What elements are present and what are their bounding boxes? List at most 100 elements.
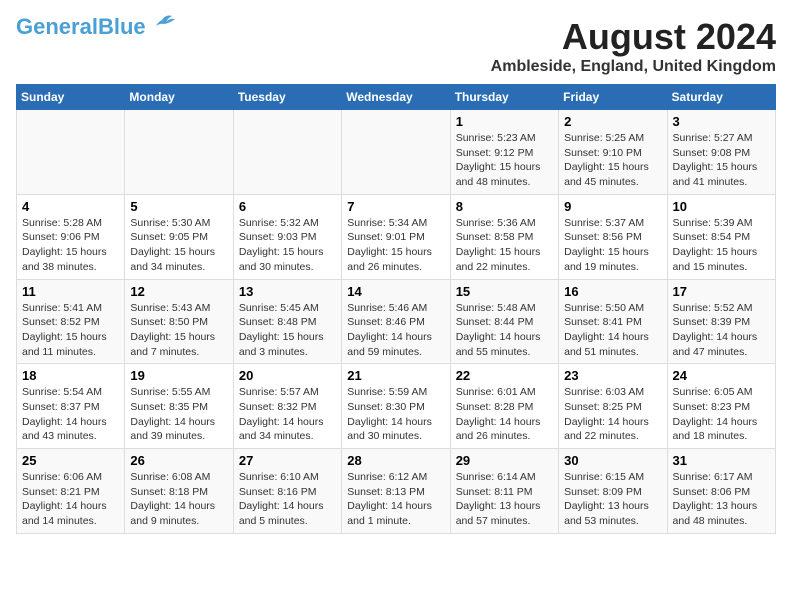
day-number: 18: [22, 368, 119, 383]
day-info: Sunrise: 5:25 AM Sunset: 9:10 PM Dayligh…: [564, 131, 661, 190]
day-number: 4: [22, 199, 119, 214]
day-number: 3: [673, 114, 770, 129]
day-info: Sunrise: 6:12 AM Sunset: 8:13 PM Dayligh…: [347, 470, 444, 529]
weekday-header-thursday: Thursday: [450, 85, 558, 110]
calendar-week-row: 1 Sunrise: 5:23 AM Sunset: 9:12 PM Daylig…: [17, 110, 776, 195]
day-info: Sunrise: 5:45 AM Sunset: 8:48 PM Dayligh…: [239, 301, 336, 360]
header: GeneralBlue August 2024 Ambleside, Engla…: [16, 16, 776, 76]
title-area: August 2024 Ambleside, England, United K…: [491, 16, 776, 76]
calendar-cell: 6 Sunrise: 5:32 AM Sunset: 9:03 PM Daylig…: [233, 194, 341, 279]
day-info: Sunrise: 5:57 AM Sunset: 8:32 PM Dayligh…: [239, 385, 336, 444]
calendar-cell: 1 Sunrise: 5:23 AM Sunset: 9:12 PM Daylig…: [450, 110, 558, 195]
calendar-cell: 30 Sunrise: 6:15 AM Sunset: 8:09 PM Dayli…: [559, 449, 667, 534]
calendar-cell: 15 Sunrise: 5:48 AM Sunset: 8:44 PM Dayli…: [450, 279, 558, 364]
day-number: 27: [239, 453, 336, 468]
month-year-title: August 2024: [491, 16, 776, 58]
calendar-cell: 19 Sunrise: 5:55 AM Sunset: 8:35 PM Dayli…: [125, 364, 233, 449]
calendar-cell: [342, 110, 450, 195]
logo-text: GeneralBlue: [16, 16, 146, 38]
day-number: 15: [456, 284, 553, 299]
calendar-cell: 13 Sunrise: 5:45 AM Sunset: 8:48 PM Dayli…: [233, 279, 341, 364]
weekday-header-friday: Friday: [559, 85, 667, 110]
calendar-cell: [17, 110, 125, 195]
calendar-week-row: 25 Sunrise: 6:06 AM Sunset: 8:21 PM Dayli…: [17, 449, 776, 534]
day-number: 22: [456, 368, 553, 383]
day-number: 17: [673, 284, 770, 299]
calendar-cell: 23 Sunrise: 6:03 AM Sunset: 8:25 PM Dayli…: [559, 364, 667, 449]
day-info: Sunrise: 5:32 AM Sunset: 9:03 PM Dayligh…: [239, 216, 336, 275]
day-info: Sunrise: 6:03 AM Sunset: 8:25 PM Dayligh…: [564, 385, 661, 444]
day-info: Sunrise: 6:08 AM Sunset: 8:18 PM Dayligh…: [130, 470, 227, 529]
day-number: 20: [239, 368, 336, 383]
calendar-cell: 27 Sunrise: 6:10 AM Sunset: 8:16 PM Dayli…: [233, 449, 341, 534]
day-number: 19: [130, 368, 227, 383]
weekday-header-tuesday: Tuesday: [233, 85, 341, 110]
day-number: 28: [347, 453, 444, 468]
day-number: 12: [130, 284, 227, 299]
calendar-cell: 7 Sunrise: 5:34 AM Sunset: 9:01 PM Daylig…: [342, 194, 450, 279]
day-number: 23: [564, 368, 661, 383]
day-number: 10: [673, 199, 770, 214]
weekday-header-saturday: Saturday: [667, 85, 775, 110]
day-info: Sunrise: 5:41 AM Sunset: 8:52 PM Dayligh…: [22, 301, 119, 360]
calendar-cell: 16Sunrise: 5:50 AM Sunset: 8:41 PM Dayli…: [559, 279, 667, 364]
weekday-header-sunday: Sunday: [17, 85, 125, 110]
day-info: Sunrise: 5:39 AM Sunset: 8:54 PM Dayligh…: [673, 216, 770, 275]
day-number: 14: [347, 284, 444, 299]
day-info: Sunrise: 6:17 AM Sunset: 8:06 PM Dayligh…: [673, 470, 770, 529]
calendar-cell: 2Sunrise: 5:25 AM Sunset: 9:10 PM Daylig…: [559, 110, 667, 195]
day-number: 5: [130, 199, 227, 214]
day-number: 13: [239, 284, 336, 299]
calendar-cell: 11 Sunrise: 5:41 AM Sunset: 8:52 PM Dayli…: [17, 279, 125, 364]
day-number: 21: [347, 368, 444, 383]
day-info: Sunrise: 6:05 AM Sunset: 8:23 PM Dayligh…: [673, 385, 770, 444]
day-info: Sunrise: 5:30 AM Sunset: 9:05 PM Dayligh…: [130, 216, 227, 275]
calendar-cell: 8 Sunrise: 5:36 AM Sunset: 8:58 PM Daylig…: [450, 194, 558, 279]
day-number: 31: [673, 453, 770, 468]
day-info: Sunrise: 6:01 AM Sunset: 8:28 PM Dayligh…: [456, 385, 553, 444]
calendar-week-row: 18 Sunrise: 5:54 AM Sunset: 8:37 PM Dayli…: [17, 364, 776, 449]
day-info: Sunrise: 6:15 AM Sunset: 8:09 PM Dayligh…: [564, 470, 661, 529]
day-info: Sunrise: 5:48 AM Sunset: 8:44 PM Dayligh…: [456, 301, 553, 360]
calendar-cell: 22 Sunrise: 6:01 AM Sunset: 8:28 PM Dayli…: [450, 364, 558, 449]
day-info: Sunrise: 5:54 AM Sunset: 8:37 PM Dayligh…: [22, 385, 119, 444]
day-info: Sunrise: 5:23 AM Sunset: 9:12 PM Dayligh…: [456, 131, 553, 190]
day-number: 26: [130, 453, 227, 468]
weekday-header-monday: Monday: [125, 85, 233, 110]
calendar-cell: 28 Sunrise: 6:12 AM Sunset: 8:13 PM Dayli…: [342, 449, 450, 534]
day-info: Sunrise: 5:59 AM Sunset: 8:30 PM Dayligh…: [347, 385, 444, 444]
day-info: Sunrise: 6:06 AM Sunset: 8:21 PM Dayligh…: [22, 470, 119, 529]
calendar-cell: 24Sunrise: 6:05 AM Sunset: 8:23 PM Dayli…: [667, 364, 775, 449]
day-number: 1: [456, 114, 553, 129]
day-info: Sunrise: 6:10 AM Sunset: 8:16 PM Dayligh…: [239, 470, 336, 529]
calendar-cell: 18 Sunrise: 5:54 AM Sunset: 8:37 PM Dayli…: [17, 364, 125, 449]
day-number: 16: [564, 284, 661, 299]
calendar-week-row: 11 Sunrise: 5:41 AM Sunset: 8:52 PM Dayli…: [17, 279, 776, 364]
calendar-cell: 12 Sunrise: 5:43 AM Sunset: 8:50 PM Dayli…: [125, 279, 233, 364]
day-number: 30: [564, 453, 661, 468]
day-number: 8: [456, 199, 553, 214]
logo: GeneralBlue: [16, 16, 176, 38]
day-info: Sunrise: 5:34 AM Sunset: 9:01 PM Dayligh…: [347, 216, 444, 275]
day-number: 9: [564, 199, 661, 214]
day-number: 7: [347, 199, 444, 214]
day-info: Sunrise: 6:14 AM Sunset: 8:11 PM Dayligh…: [456, 470, 553, 529]
calendar-cell: 3 Sunrise: 5:27 AM Sunset: 9:08 PM Daylig…: [667, 110, 775, 195]
day-info: Sunrise: 5:27 AM Sunset: 9:08 PM Dayligh…: [673, 131, 770, 190]
day-number: 25: [22, 453, 119, 468]
calendar-cell: 20 Sunrise: 5:57 AM Sunset: 8:32 PM Dayli…: [233, 364, 341, 449]
day-info: Sunrise: 5:36 AM Sunset: 8:58 PM Dayligh…: [456, 216, 553, 275]
day-number: 29: [456, 453, 553, 468]
logo-bird-icon: [148, 12, 176, 34]
day-info: Sunrise: 5:43 AM Sunset: 8:50 PM Dayligh…: [130, 301, 227, 360]
calendar-cell: 9 Sunrise: 5:37 AM Sunset: 8:56 PM Daylig…: [559, 194, 667, 279]
calendar-cell: [125, 110, 233, 195]
day-info: Sunrise: 5:28 AM Sunset: 9:06 PM Dayligh…: [22, 216, 119, 275]
day-info: Sunrise: 5:37 AM Sunset: 8:56 PM Dayligh…: [564, 216, 661, 275]
day-info: Sunrise: 5:46 AM Sunset: 8:46 PM Dayligh…: [347, 301, 444, 360]
day-number: 6: [239, 199, 336, 214]
calendar-cell: 25 Sunrise: 6:06 AM Sunset: 8:21 PM Dayli…: [17, 449, 125, 534]
day-number: 11: [22, 284, 119, 299]
calendar-cell: 26 Sunrise: 6:08 AM Sunset: 8:18 PM Dayli…: [125, 449, 233, 534]
day-info: Sunrise: 5:55 AM Sunset: 8:35 PM Dayligh…: [130, 385, 227, 444]
